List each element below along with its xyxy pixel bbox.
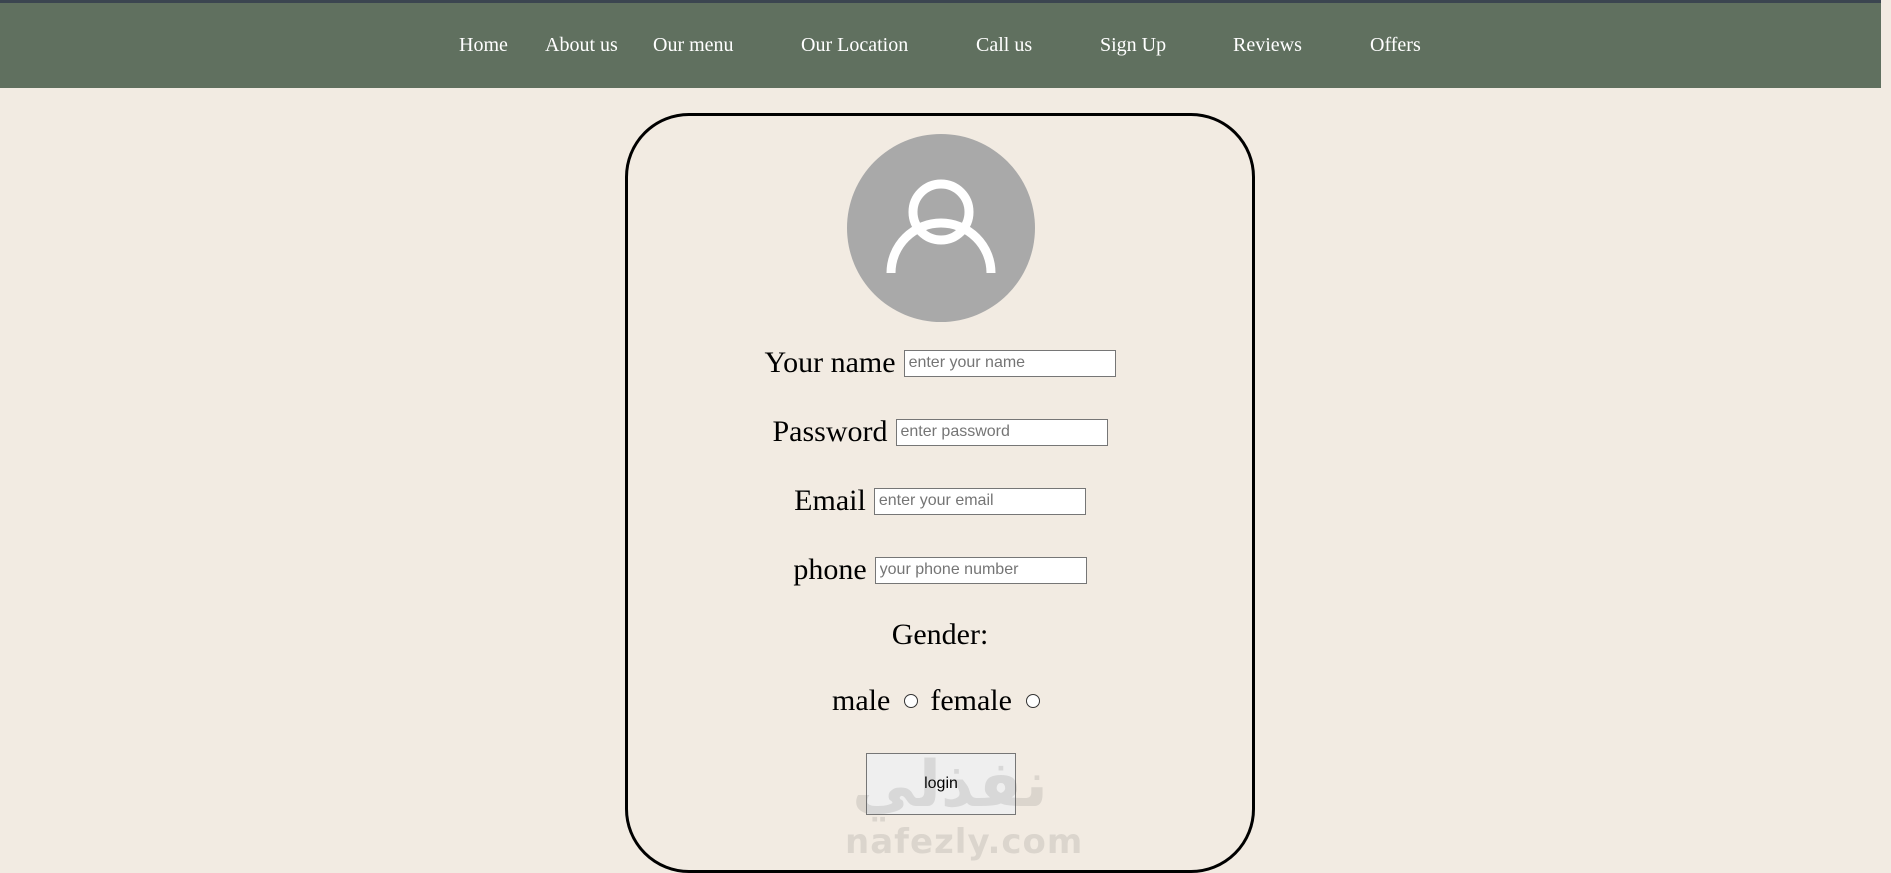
- user-icon: [886, 179, 996, 274]
- nav-home[interactable]: Home: [459, 33, 508, 57]
- name-label: Your name: [764, 346, 896, 379]
- nav-our-location[interactable]: Our Location: [801, 33, 908, 57]
- email-label: Email: [794, 484, 866, 517]
- name-input[interactable]: [903, 349, 1116, 377]
- top-navbar: Home About us Our menu Our Location Call…: [0, 0, 1881, 88]
- gender-row: Gender:: [625, 618, 1255, 652]
- nav-about-us[interactable]: About us: [545, 33, 618, 57]
- phone-label: phone: [793, 553, 867, 586]
- female-radio[interactable]: [1025, 694, 1040, 708]
- phone-input[interactable]: [874, 556, 1087, 584]
- female-label: female: [930, 684, 1012, 717]
- email-row: Email: [625, 484, 1255, 518]
- nav-offers[interactable]: Offers: [1370, 33, 1421, 57]
- password-row: Password: [625, 415, 1255, 449]
- avatar: [847, 134, 1035, 322]
- password-input[interactable]: [895, 418, 1108, 446]
- male-radio[interactable]: [904, 694, 919, 708]
- login-button[interactable]: login: [866, 753, 1016, 815]
- email-input[interactable]: [873, 487, 1086, 515]
- phone-row: phone: [625, 553, 1255, 587]
- nav-our-menu[interactable]: Our menu: [653, 33, 734, 57]
- name-row: Your name: [625, 346, 1255, 380]
- nav-sign-up[interactable]: Sign Up: [1100, 33, 1166, 57]
- gender-label: Gender:: [891, 618, 989, 651]
- password-label: Password: [772, 415, 888, 448]
- male-label: male: [832, 684, 891, 717]
- gender-options-row: male female: [625, 684, 1255, 718]
- nav-call-us[interactable]: Call us: [976, 33, 1032, 57]
- nav-reviews[interactable]: Reviews: [1233, 33, 1302, 57]
